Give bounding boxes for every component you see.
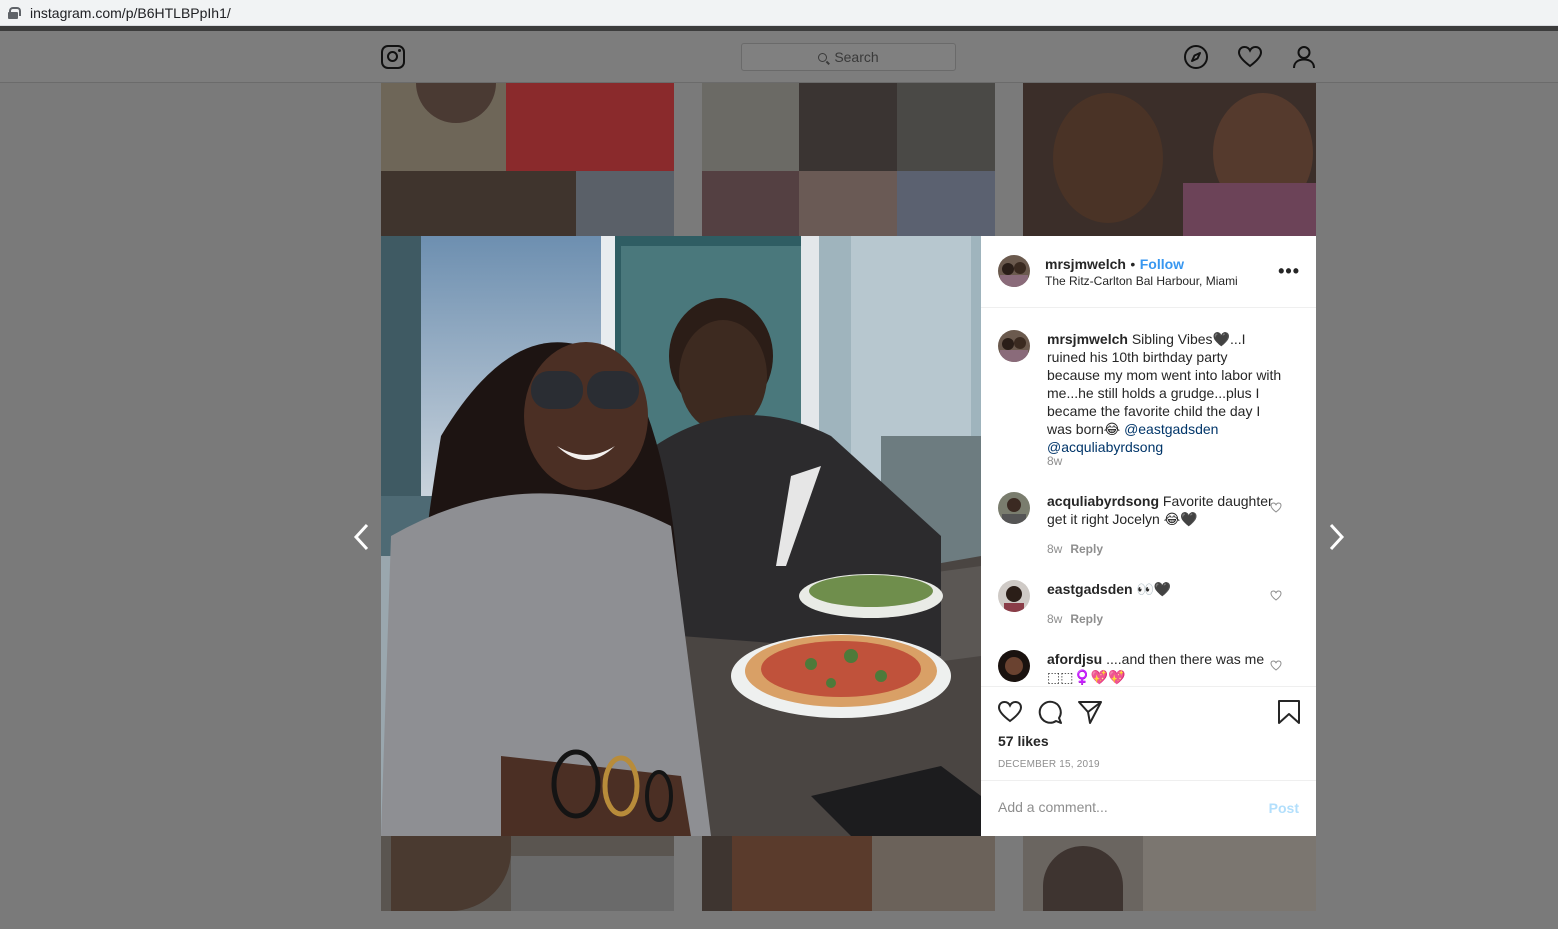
- post-comment-button[interactable]: Post: [1269, 800, 1299, 816]
- grid-photo-6[interactable]: [1023, 836, 1316, 911]
- comment-like-icon[interactable]: [1270, 660, 1282, 671]
- post-side-panel: mrsjmwelch • Follow The Ritz-Carlton Bal…: [981, 236, 1316, 836]
- comment-username[interactable]: eastgadsden: [1047, 581, 1133, 597]
- follow-button[interactable]: Follow: [1140, 256, 1184, 272]
- url-text[interactable]: instagram.com/p/B6HTLBPpIh1/: [30, 5, 231, 21]
- likes-count[interactable]: 57 likes: [998, 733, 1049, 749]
- location-link[interactable]: The Ritz-Carlton Bal Harbour, Miami: [1045, 274, 1238, 288]
- prev-arrow-icon[interactable]: [352, 522, 372, 552]
- post-photo-illustration: [381, 236, 981, 836]
- grid-photo-2[interactable]: [702, 83, 995, 236]
- comment-like-icon[interactable]: [1270, 502, 1282, 513]
- comment-input[interactable]: [998, 799, 1248, 815]
- grid-photo-5[interactable]: [702, 836, 995, 911]
- add-comment-bar: Post: [981, 780, 1316, 836]
- post-photo[interactable]: [381, 236, 981, 836]
- comment-time: 8w: [1047, 542, 1063, 556]
- comment-avatar[interactable]: [998, 650, 1030, 682]
- comment-time: 8w: [1047, 612, 1063, 626]
- comment-avatar[interactable]: [998, 580, 1030, 612]
- reply-button[interactable]: Reply: [1070, 612, 1103, 626]
- comment-item: eastgadsden 👀🖤 8w Reply: [998, 580, 1298, 640]
- next-arrow-icon[interactable]: [1326, 522, 1346, 552]
- mention-link[interactable]: @eastgadsden: [1124, 421, 1218, 437]
- like-heart-icon[interactable]: [997, 699, 1023, 725]
- comment-item: afordjsu ....and then there was me ⬚⬚♀️💖…: [998, 650, 1298, 686]
- comment-username[interactable]: afordjsu: [1047, 651, 1102, 667]
- lock-icon: [8, 6, 21, 19]
- post-actions: 57 likes DECEMBER 15, 2019: [981, 686, 1316, 780]
- explore-compass-icon[interactable]: [1183, 44, 1209, 70]
- comment-text: 👀🖤: [1136, 581, 1172, 597]
- instagram-logo-icon[interactable]: [381, 45, 405, 69]
- bookmark-icon[interactable]: [1277, 699, 1301, 725]
- search-icon: [818, 52, 828, 62]
- header-separator: •: [1130, 256, 1136, 272]
- activity-heart-icon[interactable]: [1237, 44, 1263, 70]
- author-avatar[interactable]: [998, 255, 1030, 287]
- post-date: DECEMBER 15, 2019: [998, 759, 1100, 770]
- more-options-icon[interactable]: •••: [1278, 261, 1300, 282]
- search-placeholder: Search: [834, 49, 879, 65]
- comment-avatar[interactable]: [998, 492, 1030, 524]
- profile-icon[interactable]: [1291, 44, 1317, 70]
- share-icon[interactable]: [1077, 699, 1103, 725]
- reply-button[interactable]: Reply: [1070, 542, 1103, 556]
- caption: mrsjmwelch Sibling Vibes🖤...I ruined his…: [998, 330, 1298, 480]
- search-box[interactable]: Search: [741, 43, 956, 71]
- grid-photo-3[interactable]: [1023, 83, 1316, 236]
- post-header: mrsjmwelch • Follow The Ritz-Carlton Bal…: [981, 236, 1316, 308]
- comment-icon[interactable]: [1037, 699, 1063, 725]
- comments-list[interactable]: mrsjmwelch Sibling Vibes🖤...I ruined his…: [981, 308, 1316, 686]
- comment-like-icon[interactable]: [1270, 590, 1282, 601]
- caption-username[interactable]: mrsjmwelch: [1047, 331, 1128, 347]
- mention-link[interactable]: @acquliabyrdsong: [1047, 439, 1163, 455]
- browser-address-bar[interactable]: instagram.com/p/B6HTLBPpIh1/: [0, 0, 1558, 26]
- instagram-header: Search: [0, 31, 1558, 83]
- grid-photo-4[interactable]: [381, 836, 674, 911]
- comment-item: acquliabyrdsong Favorite daughter get it…: [998, 492, 1298, 562]
- comment-username[interactable]: acquliabyrdsong: [1047, 493, 1159, 509]
- grid-photo-1[interactable]: [381, 83, 674, 236]
- author-username[interactable]: mrsjmwelch: [1045, 256, 1126, 272]
- caption-avatar[interactable]: [998, 330, 1030, 362]
- caption-time: 8w: [1047, 454, 1063, 468]
